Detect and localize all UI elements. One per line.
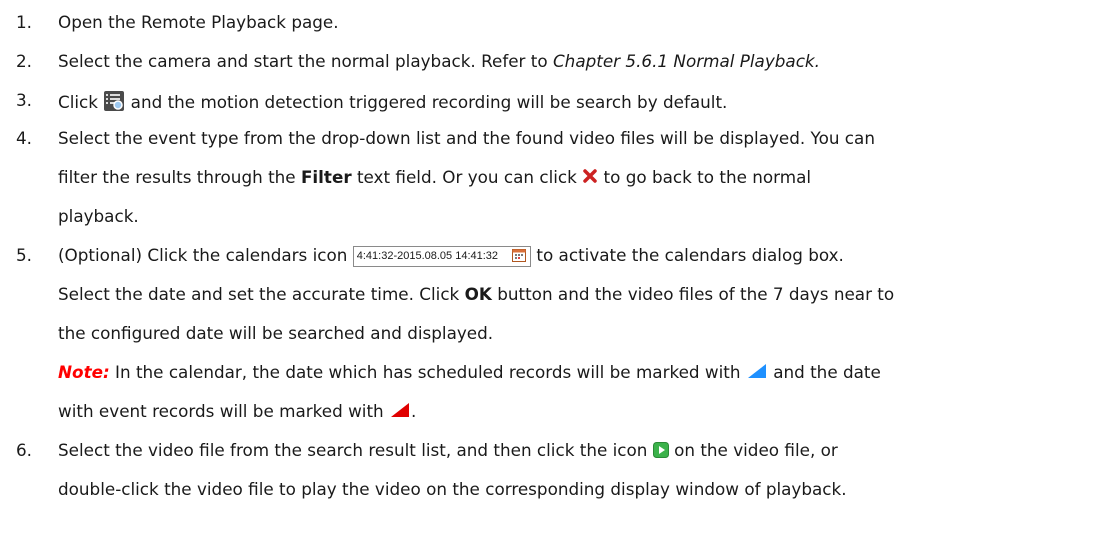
step-text: Open the Remote Playback page. <box>58 12 339 32</box>
event-search-icon <box>103 90 125 116</box>
step-text-line-1: (Optional) Click the calendars icon 4:41… <box>58 245 844 267</box>
note-text: In the calendar, the date which has sche… <box>109 362 746 382</box>
note-text: with event records will be marked with <box>58 401 390 421</box>
step-text-part: to activate the calendars dialog box. <box>531 245 844 265</box>
chapter-reference: Chapter 5.6.1 Normal Playback. <box>552 51 820 71</box>
step-number: 4. <box>16 128 33 148</box>
step-text-part: filter the results through the <box>58 167 301 187</box>
step-text-line-1: Select the video file from the search re… <box>58 440 838 462</box>
step-text-part: text field. Or you can click <box>351 167 583 187</box>
scheduled-record-marker-icon <box>746 362 768 384</box>
note-line-2: with event records will be marked with . <box>58 401 416 423</box>
note-line-1: Note: In the calendar, the date which ha… <box>58 362 881 384</box>
event-record-marker-icon <box>389 401 411 423</box>
step-text-part: Select the date and set the accurate tim… <box>58 284 465 304</box>
step-text-part: to go back to the normal <box>598 167 812 187</box>
step-number: 3. <box>16 90 33 110</box>
step-number: 5. <box>16 245 33 265</box>
ok-keyword: OK <box>464 284 492 304</box>
step-text-part: Select the camera and start the normal p… <box>58 51 553 71</box>
step-text-part: on the video file, or <box>668 440 838 460</box>
filter-keyword: Filter <box>300 167 352 187</box>
step-text-part: Click <box>58 92 104 112</box>
step-text-line-3: the configured date will be searched and… <box>58 323 494 343</box>
step-text-part: (Optional) Click the calendars icon <box>58 245 353 265</box>
note-label: Note: <box>58 362 110 382</box>
time-range-field: 4:41:32-2015.08.05 14:41:32 <box>352 246 532 269</box>
step-text-line-3: playback. <box>58 206 139 226</box>
step-text: Select the camera and start the normal p… <box>58 51 820 71</box>
step-number: 2. <box>16 51 33 71</box>
calendar-icon <box>512 248 527 269</box>
document-page: 1. Open the Remote Playback page. 2. Sel… <box>0 0 1119 533</box>
close-icon <box>582 168 598 188</box>
step-text-part: Select the video file from the search re… <box>58 440 653 460</box>
note-text: and the date <box>767 362 881 382</box>
step-text-line-2: Select the date and set the accurate tim… <box>58 284 894 304</box>
note-text: . <box>411 401 417 421</box>
time-range-text: 4:41:32-2015.08.05 14:41:32 <box>356 250 499 262</box>
step-text-part: button and the video files of the 7 days… <box>491 284 895 304</box>
step-number: 6. <box>16 440 33 460</box>
step-text: Click and the motion detection triggered… <box>58 90 727 116</box>
step-text-part: and the motion detection triggered recor… <box>125 92 728 112</box>
play-icon <box>652 442 669 462</box>
step-text-line-1: Select the event type from the drop-down… <box>58 128 875 148</box>
step-text-line-2: double-click the video file to play the … <box>58 479 847 499</box>
step-text-line-2: filter the results through the Filter te… <box>58 167 811 188</box>
step-number: 1. <box>16 12 33 32</box>
